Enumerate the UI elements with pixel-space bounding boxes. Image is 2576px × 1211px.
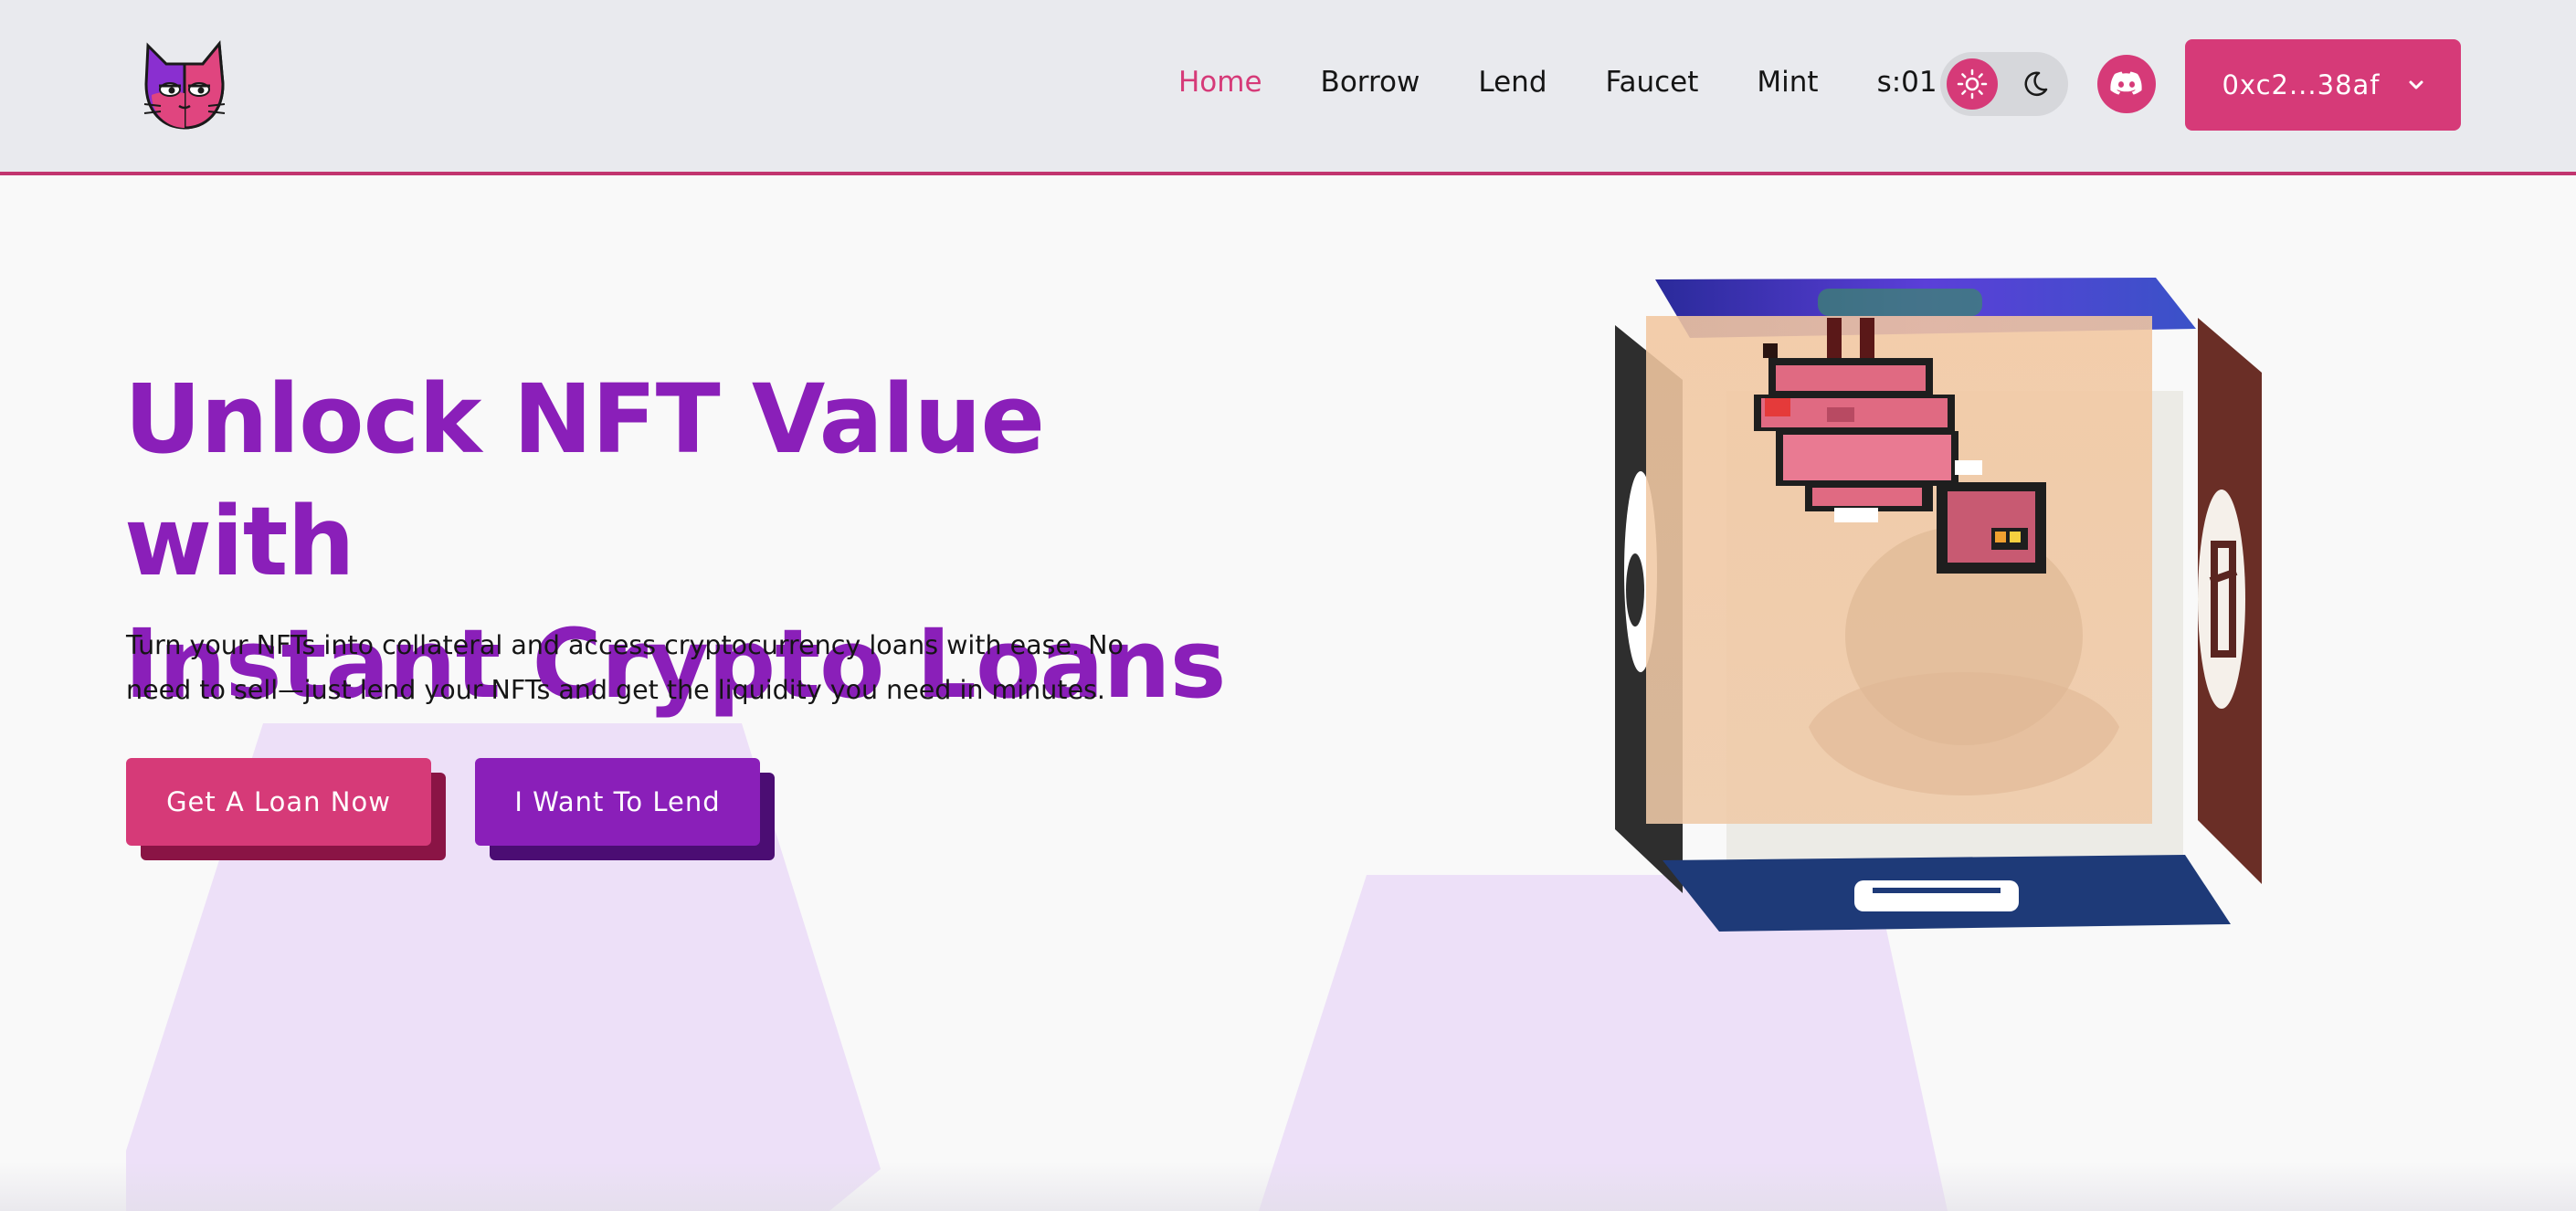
wallet-connect-button[interactable]: 0xc2...38af	[2185, 39, 2461, 131]
nav-link-lend[interactable]: Lend	[1478, 66, 1547, 99]
nav-link-home[interactable]: Home	[1178, 66, 1262, 99]
nav-link-borrow[interactable]: Borrow	[1321, 66, 1420, 99]
moon-icon[interactable]	[2010, 58, 2061, 110]
bottom-fade	[0, 1162, 2576, 1211]
hero-subtitle: Turn your NFTs into collateral and acces…	[126, 630, 1124, 705]
top-navigation-bar: Home Borrow Lend Faucet Mint s:01 0xc2..…	[0, 0, 2576, 175]
get-loan-button[interactable]: Get A Loan Now	[126, 758, 431, 846]
nav-link-mint[interactable]: Mint	[1757, 66, 1818, 99]
nft-cube-illustration	[1615, 278, 2262, 932]
chevron-down-icon	[2408, 79, 2424, 90]
want-to-lend-button[interactable]: I Want To Lend	[475, 758, 760, 846]
nav-link-season[interactable]: s:01	[1877, 66, 1937, 99]
main-nav: Home Borrow Lend Faucet Mint s:01	[1178, 0, 1980, 164]
discord-button[interactable]	[2097, 55, 2156, 113]
hero-title-line-1: Unlock NFT Value with	[124, 363, 1045, 597]
theme-toggle[interactable]	[1940, 52, 2068, 116]
want-to-lend-button-group: I Want To Lend	[475, 758, 775, 860]
get-loan-button-group: Get A Loan Now	[126, 758, 446, 860]
discord-icon	[2110, 71, 2142, 95]
sun-icon[interactable]	[1947, 58, 1998, 110]
page: Home Borrow Lend Faucet Mint s:01 0xc2..…	[0, 0, 2576, 1211]
cat-mask-logo[interactable]	[139, 40, 230, 135]
wallet-address: 0xc2...38af	[2222, 69, 2381, 100]
nav-link-faucet[interactable]: Faucet	[1606, 66, 1699, 99]
